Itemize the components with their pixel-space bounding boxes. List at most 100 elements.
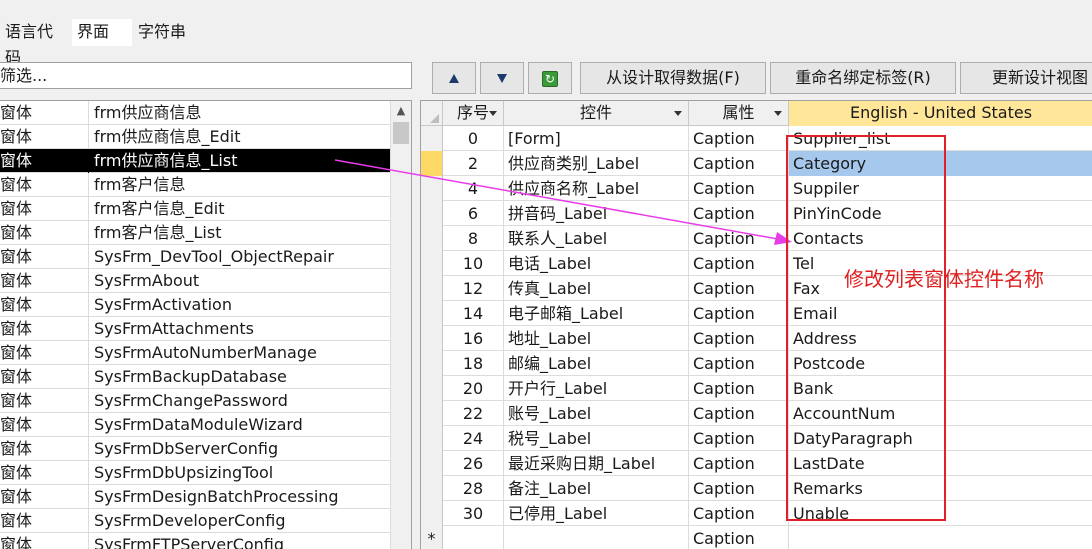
tab-interface[interactable]: 界面 xyxy=(72,19,132,46)
column-header-control[interactable]: 控件 xyxy=(504,101,689,126)
cell-control: 传真_Label xyxy=(504,276,689,301)
cell-translation[interactable]: Contacts xyxy=(789,226,1092,251)
filter-input[interactable]: 筛选... xyxy=(0,62,412,89)
table-row[interactable]: 20 开户行_Label Caption Bank xyxy=(421,376,1092,401)
list-item[interactable]: 窗体 SysFrmAttachments xyxy=(0,317,411,341)
row-header[interactable] xyxy=(421,476,443,501)
list-item[interactable]: 窗体 SysFrmDesignBatchProcessing xyxy=(0,485,411,509)
cell-translation[interactable]: Email xyxy=(789,301,1092,326)
cell-translation[interactable]: Supplier_list xyxy=(789,126,1092,151)
cell-translation[interactable]: PinYinCode xyxy=(789,201,1092,226)
table-row[interactable]: 0 [Form] Caption Supplier_list xyxy=(421,126,1092,151)
move-up-button[interactable] xyxy=(432,62,476,94)
row-header[interactable] xyxy=(421,426,443,451)
list-item[interactable]: 窗体 SysFrmBackupDatabase xyxy=(0,365,411,389)
cell-translation[interactable]: Remarks xyxy=(789,476,1092,501)
list-item[interactable]: 窗体 SysFrmDeveloperConfig xyxy=(0,509,411,533)
row-header[interactable] xyxy=(421,151,443,176)
table-row[interactable]: 16 地址_Label Caption Address xyxy=(421,326,1092,351)
cell-seq: 8 xyxy=(443,226,504,251)
cell-seq: 18 xyxy=(443,351,504,376)
scroll-thumb[interactable] xyxy=(393,122,409,144)
table-row[interactable]: 18 邮编_Label Caption Postcode xyxy=(421,351,1092,376)
list-item[interactable]: 窗体 SysFrmDataModuleWizard xyxy=(0,413,411,437)
cell-translation[interactable]: Bank xyxy=(789,376,1092,401)
row-header[interactable] xyxy=(421,401,443,426)
cell-translation[interactable]: Postcode xyxy=(789,351,1092,376)
list-item[interactable]: 窗体 frm客户信息 xyxy=(0,173,411,197)
row-header[interactable] xyxy=(421,126,443,151)
cell-seq: 4 xyxy=(443,176,504,201)
refresh-button[interactable]: ↻ xyxy=(528,62,572,94)
table-row[interactable]: 8 联系人_Label Caption Contacts xyxy=(421,226,1092,251)
table-row[interactable]: 30 已停用_Label Caption Unable xyxy=(421,501,1092,526)
list-item[interactable]: 窗体 SysFrmDbUpsizingTool xyxy=(0,461,411,485)
cell-translation[interactable]: DatyParagraph xyxy=(789,426,1092,451)
cell-translation[interactable] xyxy=(789,526,1092,549)
cell-seq: 20 xyxy=(443,376,504,401)
cell-translation[interactable]: AccountNum xyxy=(789,401,1092,426)
tab-language-code[interactable]: 语言代码 xyxy=(0,19,70,67)
cell-translation[interactable]: Unable xyxy=(789,501,1092,526)
list-item[interactable]: 窗体 SysFrmFTPServerConfig xyxy=(0,533,411,549)
column-header-property[interactable]: 属性 xyxy=(689,101,789,126)
row-header[interactable] xyxy=(421,301,443,326)
list-item[interactable]: 窗体 frm供应商信息 xyxy=(0,101,411,125)
list-item[interactable]: 窗体 frm客户信息_List xyxy=(0,221,411,245)
list-item[interactable]: 窗体 frm供应商信息_List xyxy=(0,149,411,173)
list-item[interactable]: 窗体 frm客户信息_Edit xyxy=(0,197,411,221)
new-record-row[interactable]: * Caption xyxy=(421,526,1092,549)
table-row[interactable]: 22 账号_Label Caption AccountNum xyxy=(421,401,1092,426)
cell-control[interactable] xyxy=(504,526,689,549)
list-item-type: 窗体 xyxy=(0,461,89,485)
row-header[interactable] xyxy=(421,276,443,301)
row-header[interactable] xyxy=(421,326,443,351)
update-design-view-button[interactable]: 更新设计视图 xyxy=(960,62,1092,94)
table-row[interactable]: 14 电子邮箱_Label Caption Email xyxy=(421,301,1092,326)
list-item[interactable]: 窗体 SysFrmAbout xyxy=(0,269,411,293)
row-header[interactable] xyxy=(421,176,443,201)
row-header[interactable] xyxy=(421,226,443,251)
row-header[interactable] xyxy=(421,501,443,526)
column-header-seq[interactable]: 序号 xyxy=(443,101,504,126)
list-item[interactable]: 窗体 SysFrmActivation xyxy=(0,293,411,317)
new-record-marker[interactable]: * xyxy=(421,526,443,549)
list-item[interactable]: 窗体 SysFrmChangePassword xyxy=(0,389,411,413)
cell-translation[interactable]: Address xyxy=(789,326,1092,351)
table-row[interactable]: 2 供应商类别_Label Caption Category xyxy=(421,151,1092,176)
cell-seq[interactable] xyxy=(443,526,504,549)
object-list-scrollbar[interactable]: ▲ xyxy=(390,101,411,549)
row-header[interactable] xyxy=(421,376,443,401)
scroll-up-icon[interactable]: ▲ xyxy=(391,101,411,121)
chevron-down-icon[interactable] xyxy=(674,111,682,116)
chevron-down-icon[interactable] xyxy=(489,111,497,116)
annotation-note: 修改列表窗体控件名称 xyxy=(844,267,1044,291)
move-down-button[interactable] xyxy=(480,62,524,94)
row-header[interactable] xyxy=(421,351,443,376)
cell-translation[interactable]: LastDate xyxy=(789,451,1092,476)
table-row[interactable]: 28 备注_Label Caption Remarks xyxy=(421,476,1092,501)
cell-translation[interactable]: Suppiler xyxy=(789,176,1092,201)
column-header-language[interactable]: English - United States xyxy=(789,101,1092,126)
list-item[interactable]: 窗体 SysFrmDbServerConfig xyxy=(0,437,411,461)
cell-translation[interactable]: Category xyxy=(789,151,1092,176)
list-item[interactable]: 窗体 SysFrm_DevTool_ObjectRepair xyxy=(0,245,411,269)
list-item[interactable]: 窗体 SysFrmAutoNumberManage xyxy=(0,341,411,365)
table-row[interactable]: 6 拼音码_Label Caption PinYinCode xyxy=(421,201,1092,226)
row-header[interactable] xyxy=(421,201,443,226)
fetch-from-design-button[interactable]: 从设计取得数据(F) xyxy=(580,62,766,94)
cell-property[interactable]: Caption xyxy=(689,526,789,549)
row-header[interactable] xyxy=(421,451,443,476)
list-item-name: SysFrmDbServerConfig xyxy=(94,439,279,458)
table-row[interactable]: 26 最近采购日期_Label Caption LastDate xyxy=(421,451,1092,476)
rename-bound-labels-button[interactable]: 重命名绑定标签(R) xyxy=(770,62,956,94)
list-item[interactable]: 窗体 frm供应商信息_Edit xyxy=(0,125,411,149)
table-row[interactable]: 4 供应商名称_Label Caption Suppiler xyxy=(421,176,1092,201)
chevron-down-icon[interactable] xyxy=(774,111,782,116)
select-all-corner[interactable] xyxy=(421,101,443,126)
tab-strings[interactable]: 字符串 xyxy=(133,19,191,46)
table-row[interactable]: 24 税号_Label Caption DatyParagraph xyxy=(421,426,1092,451)
list-item-type: 窗体 xyxy=(0,437,89,461)
row-header[interactable] xyxy=(421,251,443,276)
list-item-name: SysFrmDataModuleWizard xyxy=(94,415,303,434)
